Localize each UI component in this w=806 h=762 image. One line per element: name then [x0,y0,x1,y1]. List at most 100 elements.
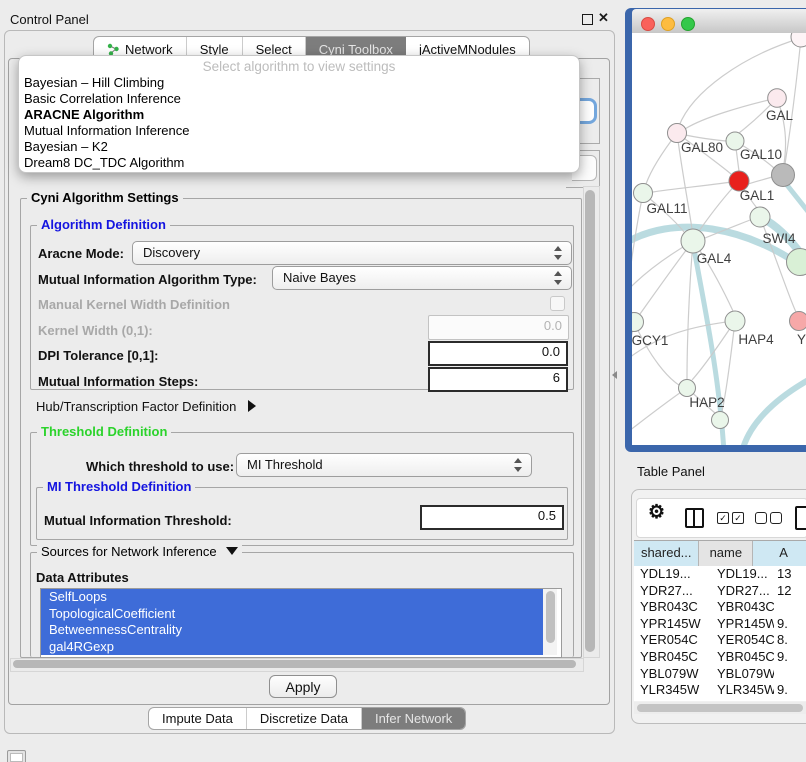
dpi-tolerance-label: DPI Tolerance [0,1]: [38,348,158,363]
data-attribute-item[interactable]: BetweennessCentrality [41,622,546,639]
table-cell: 8. [774,632,806,649]
table-row[interactable]: YBR045CYBR045C9. [634,649,806,666]
checked-checkbox-icon[interactable]: ✓ [717,512,729,524]
unchecked-checkbox-icon[interactable] [755,512,767,524]
zoom-traffic-light[interactable] [681,17,695,31]
dpi-tolerance-field[interactable]: 0.0 [428,341,568,366]
unchecked-checkbox-icon[interactable] [770,512,782,524]
data-attribute-item[interactable]: gal4RGexp [41,639,546,656]
tab-infer-network[interactable]: Infer Network [362,708,465,729]
tab-impute-data[interactable]: Impute Data [149,708,247,729]
table-hscrollbar-thumb[interactable] [637,704,803,712]
table-row[interactable]: YBR043CYBR043C [634,599,806,616]
sources-toggle[interactable]: Sources for Network Inference [37,544,242,559]
network-edge [632,388,687,431]
network-node[interactable] [790,312,806,331]
settings-vscrollbar-thumb[interactable] [585,190,595,652]
mi-threshold-label: Mutual Information Threshold: [44,513,232,528]
network-node[interactable] [725,311,745,331]
algorithm-option[interactable]: Dream8 DC_TDC Algorithm [19,155,579,171]
tab-label: Impute Data [162,711,233,726]
down-triangle-icon [226,547,238,555]
spinner-arrows-icon [554,271,562,285]
network-node[interactable] [787,249,806,276]
table-row[interactable]: YER054CYER054C8. [634,632,806,649]
table-row[interactable]: YLR345WYLR345W9. [634,682,806,699]
network-node[interactable] [679,380,696,397]
manual-kernel-checkbox[interactable] [550,296,565,311]
split-columns-icon[interactable] [685,508,704,528]
table-cell: YDR27... [711,583,774,600]
network-node[interactable] [634,184,653,203]
algorithm-option[interactable]: Bayesian – K2 [19,139,579,155]
table-panel-title: Table Panel [637,464,705,479]
document-icon[interactable] [795,506,806,530]
network-icon [107,43,120,56]
apply-button[interactable]: Apply [269,675,337,698]
data-attributes-list[interactable]: SelfLoopsTopologicalCoefficientBetweenne… [40,588,562,658]
network-node[interactable] [681,229,705,253]
close-icon[interactable]: ✕ [598,10,609,26]
network-edge [785,38,801,164]
checked-checkbox-icon[interactable]: ✓ [732,512,744,524]
table-cell: YER054C [711,632,774,649]
mi-type-label: Mutual Information Algorithm Type: [38,272,257,287]
network-canvas[interactable]: GALGAL80GAL10GAL1GAL11GAL4SWI4GCY1HAP4YH… [632,33,806,445]
table-cell [774,599,806,616]
minimized-panel-icon[interactable] [7,750,26,762]
network-node[interactable] [632,313,644,332]
aracne-mode-combo[interactable]: Discovery [132,241,572,265]
network-node-label: GAL80 [681,140,723,155]
column-header-shared-name[interactable]: shared... [634,541,699,566]
table-header: shared... name A [634,540,806,567]
float-window-icon[interactable] [582,14,593,25]
minimize-traffic-light[interactable] [661,17,675,31]
tab-discretize-data[interactable]: Discretize Data [247,708,362,729]
column-header-partial[interactable]: A [753,541,806,566]
network-node[interactable] [712,412,729,429]
data-attribute-item[interactable]: TopologicalCoefficient [41,606,546,623]
network-node-label: GAL11 [646,201,687,216]
settings-hscrollbar-thumb[interactable] [13,660,576,668]
mi-threshold-field[interactable]: 0.5 [420,505,564,530]
table-cell: YBR045C [634,649,711,666]
table-cell: 9. [774,649,806,666]
table-row[interactable]: YPR145WYPR145W9. [634,616,806,633]
right-triangle-icon [248,400,256,412]
hub-definition-toggle[interactable]: Hub/Transcription Factor Definition [36,399,256,414]
algorithm-option[interactable]: Bayesian – Hill Climbing [19,75,579,91]
mi-type-combo[interactable]: Naive Bayes [272,266,572,290]
combo-value: Naive Bayes [283,270,356,285]
splitter-arrow-icon[interactable] [612,371,617,379]
group-title: MI Threshold Definition [43,479,195,494]
hub-definition-label: Hub/Transcription Factor Definition [36,399,236,414]
kernel-width-field[interactable]: 0.0 [428,315,569,340]
network-node-label: HAP4 [738,332,774,347]
table-cell: YLR345W [634,682,711,699]
table-row[interactable]: YBL079WYBL079W [634,666,806,683]
table-cell: YBR043C [634,599,711,616]
table-cell: YBR045C [711,649,774,666]
table-cell: YLR345W [711,682,774,699]
algorithm-option[interactable]: Mutual Information Inference [19,123,579,139]
close-traffic-light[interactable] [641,17,655,31]
column-header-name[interactable]: name [699,541,753,566]
algorithm-option[interactable]: ARACNE Algorithm [19,107,579,123]
gear-icon[interactable]: ⚙ [648,501,665,524]
network-node[interactable] [768,89,787,108]
network-window-titlebar[interactable] [632,9,806,34]
dropdown-placeholder: Select algorithm to view settings [19,56,579,75]
data-attribute-item[interactable]: SelfLoops [41,589,546,606]
table-row[interactable]: YDL19...YDL19...13 [634,566,806,583]
list-scrollbar-thumb[interactable] [546,591,555,643]
network-node[interactable] [772,164,795,187]
table-row[interactable]: YDR27...YDR27...12 [634,583,806,600]
network-node[interactable] [791,33,806,47]
table-row[interactable]: YIL052CYIL052C9. [634,699,806,701]
network-node[interactable] [750,207,770,227]
mi-steps-field[interactable]: 6 [428,367,568,392]
mi-steps-label: Mutual Information Steps: [38,374,198,389]
algorithm-option[interactable]: Basic Correlation Inference [19,91,579,107]
which-threshold-combo[interactable]: MI Threshold [236,453,532,477]
dropdown-items: Bayesian – Hill ClimbingBasic Correlatio… [19,75,579,171]
